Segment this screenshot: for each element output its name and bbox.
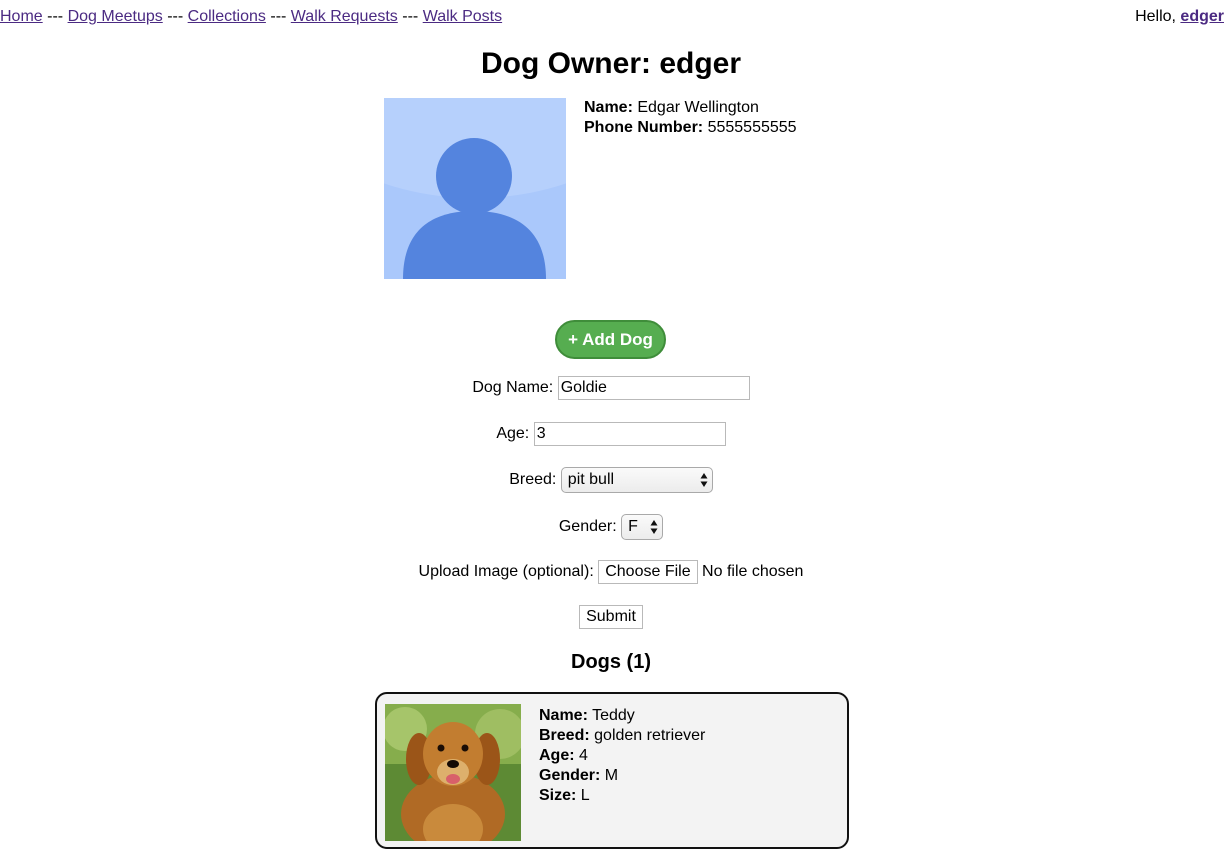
- nav-link-walk-requests[interactable]: Walk Requests: [291, 8, 398, 25]
- owner-phone-row: Phone Number: 5555555555: [584, 118, 797, 138]
- upload-row: Upload Image (optional): Choose File No …: [0, 560, 1222, 584]
- owner-phone-label: Phone Number:: [584, 119, 704, 136]
- submit-row: Submit: [0, 605, 1222, 629]
- age-input[interactable]: 3: [533, 422, 726, 446]
- dogs-heading: Dogs (1): [571, 651, 651, 673]
- nav-link-dog-meetups[interactable]: Dog Meetups: [68, 8, 163, 25]
- choose-file-button[interactable]: Choose File: [598, 560, 698, 584]
- greeting-text: Hello,: [1135, 8, 1176, 25]
- nav-separator: ---: [47, 8, 64, 25]
- top-nav: Home --- Dog Meetups --- Collections ---…: [0, 8, 502, 26]
- dog-size-label: Size:: [539, 787, 577, 804]
- person-avatar-icon: [384, 98, 566, 279]
- nav-link-home[interactable]: Home: [0, 8, 43, 25]
- dog-gender: M: [604, 767, 619, 784]
- dog-size: L: [580, 787, 590, 804]
- dog-name-label: Dog Name:: [472, 379, 554, 396]
- breed-select[interactable]: pit bull: [560, 467, 713, 493]
- dog-age: 4: [579, 747, 588, 764]
- dog-name-label: Name:: [539, 707, 588, 724]
- nav-link-collections[interactable]: Collections: [188, 8, 266, 25]
- owner-name: Edgar Wellington: [637, 99, 759, 116]
- upload-label: Upload Image (optional):: [418, 563, 594, 580]
- dog-name-row: Dog Name: Goldie: [0, 376, 1222, 400]
- gender-row: Gender: F: [0, 514, 1222, 540]
- dog-card: Name: Teddy Breed: golden retriever Age:…: [375, 692, 849, 849]
- nav-separator: ---: [402, 8, 419, 25]
- dog-breed-row: Breed: golden retriever: [539, 726, 705, 746]
- gender-select[interactable]: F: [621, 514, 664, 540]
- dog-name: Teddy: [592, 707, 635, 724]
- owner-phone: 5555555555: [707, 119, 797, 136]
- file-status: No file chosen: [702, 563, 804, 580]
- age-row: Age: 3: [0, 422, 1222, 446]
- submit-button[interactable]: Submit: [579, 605, 643, 629]
- dog-age-row: Age: 4: [539, 746, 705, 766]
- nav-separator: ---: [270, 8, 287, 25]
- dog-breed: golden retriever: [594, 727, 706, 744]
- age-label: Age:: [496, 425, 530, 442]
- owner-name-row: Name: Edgar Wellington: [584, 98, 797, 118]
- nav-separator: ---: [167, 8, 184, 25]
- golden-retriever-photo: [385, 704, 521, 841]
- select-arrows-icon: [650, 520, 658, 534]
- dog-gender-row: Gender: M: [539, 766, 705, 786]
- username-link[interactable]: edger: [1180, 8, 1224, 25]
- user-greeting: Hello, edger: [1135, 8, 1224, 26]
- gender-label: Gender:: [558, 518, 617, 535]
- nav-link-walk-posts[interactable]: Walk Posts: [423, 8, 502, 25]
- dog-gender-label: Gender:: [539, 767, 601, 784]
- dog-info: Name: Teddy Breed: golden retriever Age:…: [539, 706, 705, 806]
- breed-row: Breed: pit bull: [0, 467, 1222, 493]
- dog-age-label: Age:: [539, 747, 575, 764]
- breed-label: Breed:: [509, 471, 557, 488]
- dog-name-input[interactable]: Goldie: [557, 376, 750, 400]
- gender-selected-value: F: [628, 518, 638, 535]
- dog-breed-label: Breed:: [539, 727, 590, 744]
- dog-size-row: Size: L: [539, 786, 705, 806]
- select-arrows-icon: [700, 473, 708, 487]
- owner-info: Name: Edgar Wellington Phone Number: 555…: [584, 98, 797, 138]
- add-dog-button[interactable]: + Add Dog: [555, 320, 666, 359]
- page-title: Dog Owner: edger: [480, 47, 742, 80]
- breed-selected-value: pit bull: [567, 471, 615, 488]
- dog-name-row: Name: Teddy: [539, 706, 705, 726]
- owner-name-label: Name:: [584, 99, 633, 116]
